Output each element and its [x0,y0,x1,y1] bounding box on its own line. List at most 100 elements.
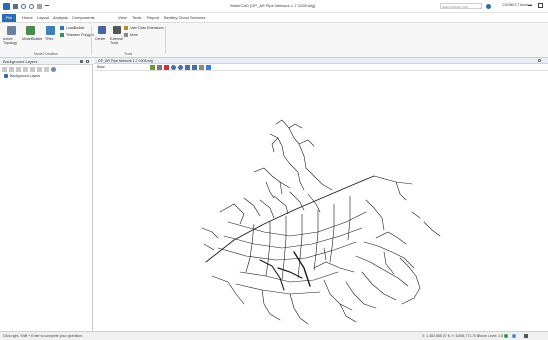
network-pipe [271,137,279,153]
status-icon[interactable] [512,334,516,338]
modelbuilder-icon [26,26,35,35]
drawing-area: OP_AR Pipe Network 1-7 0208.wtg Base [94,58,548,331]
tab-bentley-cloud[interactable]: Bentley Cloud Services [164,15,205,20]
user-data-icon [124,26,128,30]
select-icon[interactable] [150,65,155,70]
topology-icon [7,26,16,35]
modelbuilder-button[interactable]: ModelBuilder [22,26,43,50]
pin-icon[interactable] [80,60,83,63]
network-pipe [289,293,309,325]
document-tab-label[interactable]: OP_AR Pipe Network 1-7 0208.wtg [98,59,153,63]
close-tab-icon[interactable] [538,59,541,62]
tab-layout[interactable]: Layout [37,15,49,20]
network-pipe [217,241,357,261]
delete-icon[interactable] [16,67,21,72]
trex-button[interactable]: TRex [45,26,57,50]
down-icon[interactable] [30,67,35,72]
zoom-level-readout: Zoom Level: 2.8 % [478,334,508,338]
view-options-icon[interactable] [199,65,204,70]
delete-element-icon[interactable] [164,65,169,70]
tab-file[interactable]: File [2,14,16,22]
redo-icon[interactable] [29,4,34,9]
user-data-extensions-button[interactable]: User Data Extensions [124,26,164,32]
network-pipe [279,181,283,195]
network-pipe [399,257,421,305]
app-icon [3,3,10,10]
thiessen-icon [60,33,64,37]
more-label: More [130,33,138,37]
minimize-icon[interactable] [528,5,532,6]
dropdown-icon[interactable] [45,5,49,8]
network-pipe [305,167,333,191]
thiessen-polygon-button[interactable]: Thiessen Polygon [60,33,94,39]
network-pipe [239,271,339,283]
undo-icon[interactable] [21,4,26,9]
background-layers-panel: Background Layers Background Layers [0,58,93,331]
active-topology-button[interactable]: Active Topology [3,26,19,50]
help-icon[interactable] [486,4,491,9]
tree-item-background-layers[interactable]: Background Layers [4,74,84,79]
trex-icon [46,26,55,35]
model-creation-group-title: Model Creation [34,52,58,56]
active-topology-label: Active Topology [3,37,18,45]
new-icon[interactable] [2,67,7,72]
zoom-window-icon[interactable] [192,65,197,70]
network-pipe [259,199,275,219]
zoom-extents-icon[interactable] [185,65,190,70]
print-icon[interactable] [37,4,42,9]
network-pipe [323,247,327,261]
network-pipe [205,239,235,263]
network-pipe [355,255,409,287]
zoom-out-icon[interactable] [178,65,183,70]
status-icon[interactable] [504,334,508,338]
close-icon[interactable] [538,3,543,8]
settings-icon[interactable] [51,67,56,72]
view-selector[interactable]: Base [97,65,105,69]
window-title: WaterCAD [OP_AR Pipe Network 1-7 0208.wt… [230,3,315,8]
panel-header: Background Layers [0,58,93,65]
tab-analysis[interactable]: Analysis [53,15,68,20]
trex-label: TRex [45,37,54,41]
center-icon [98,26,106,34]
search-ribbon-input[interactable]: Search Ribbon (F4) [440,3,482,9]
pan-icon[interactable] [157,65,162,70]
external-tools-button[interactable]: External Tools [110,26,124,50]
aerial-view-icon[interactable] [206,65,211,70]
save-icon[interactable] [13,4,18,9]
tab-home[interactable]: Home [22,15,33,20]
more-icon [124,33,128,37]
title-bar: WaterCAD [OP_AR Pipe Network 1-7 0208.wt… [0,0,548,13]
modelbuilder-label: ModelBuilder [22,37,43,41]
network-pipe [203,243,215,251]
user-data-label: User Data Extensions [130,26,164,30]
center-label: Center [95,37,106,41]
network-pipe [223,227,363,249]
center-button[interactable]: Center [95,26,109,50]
network-pipe [289,163,305,191]
edit-icon[interactable] [9,67,14,72]
refresh-icon[interactable] [37,67,42,72]
up-icon[interactable] [23,67,28,72]
tab-view[interactable]: View [118,15,127,20]
panel-title: Background Layers [3,59,38,64]
filter-icon[interactable] [44,67,49,72]
network-pipe [365,199,385,231]
network-pipe [265,221,271,277]
tab-report[interactable]: Report [147,15,159,20]
tab-components[interactable]: Components [72,15,95,20]
tab-tools[interactable]: Tools [132,15,141,20]
pipe-network-drawing[interactable] [94,72,548,331]
network-pipe [289,191,305,211]
more-button[interactable]: More [124,33,144,39]
tree-item-label: Background Layers [10,74,41,78]
network-pipe [211,275,245,305]
save-status-icon[interactable] [524,334,528,338]
zoom-in-icon[interactable] [171,65,176,70]
close-panel-icon[interactable] [86,60,89,63]
loadbuilder-button[interactable]: LoadBuilder [60,26,90,32]
network-pipe [395,181,407,201]
network-pipe [361,271,397,301]
ribbon: Active Topology ModelBuilder TRex LoadBu… [0,22,548,58]
network-pipe [288,123,303,129]
network-pipe [259,259,285,291]
